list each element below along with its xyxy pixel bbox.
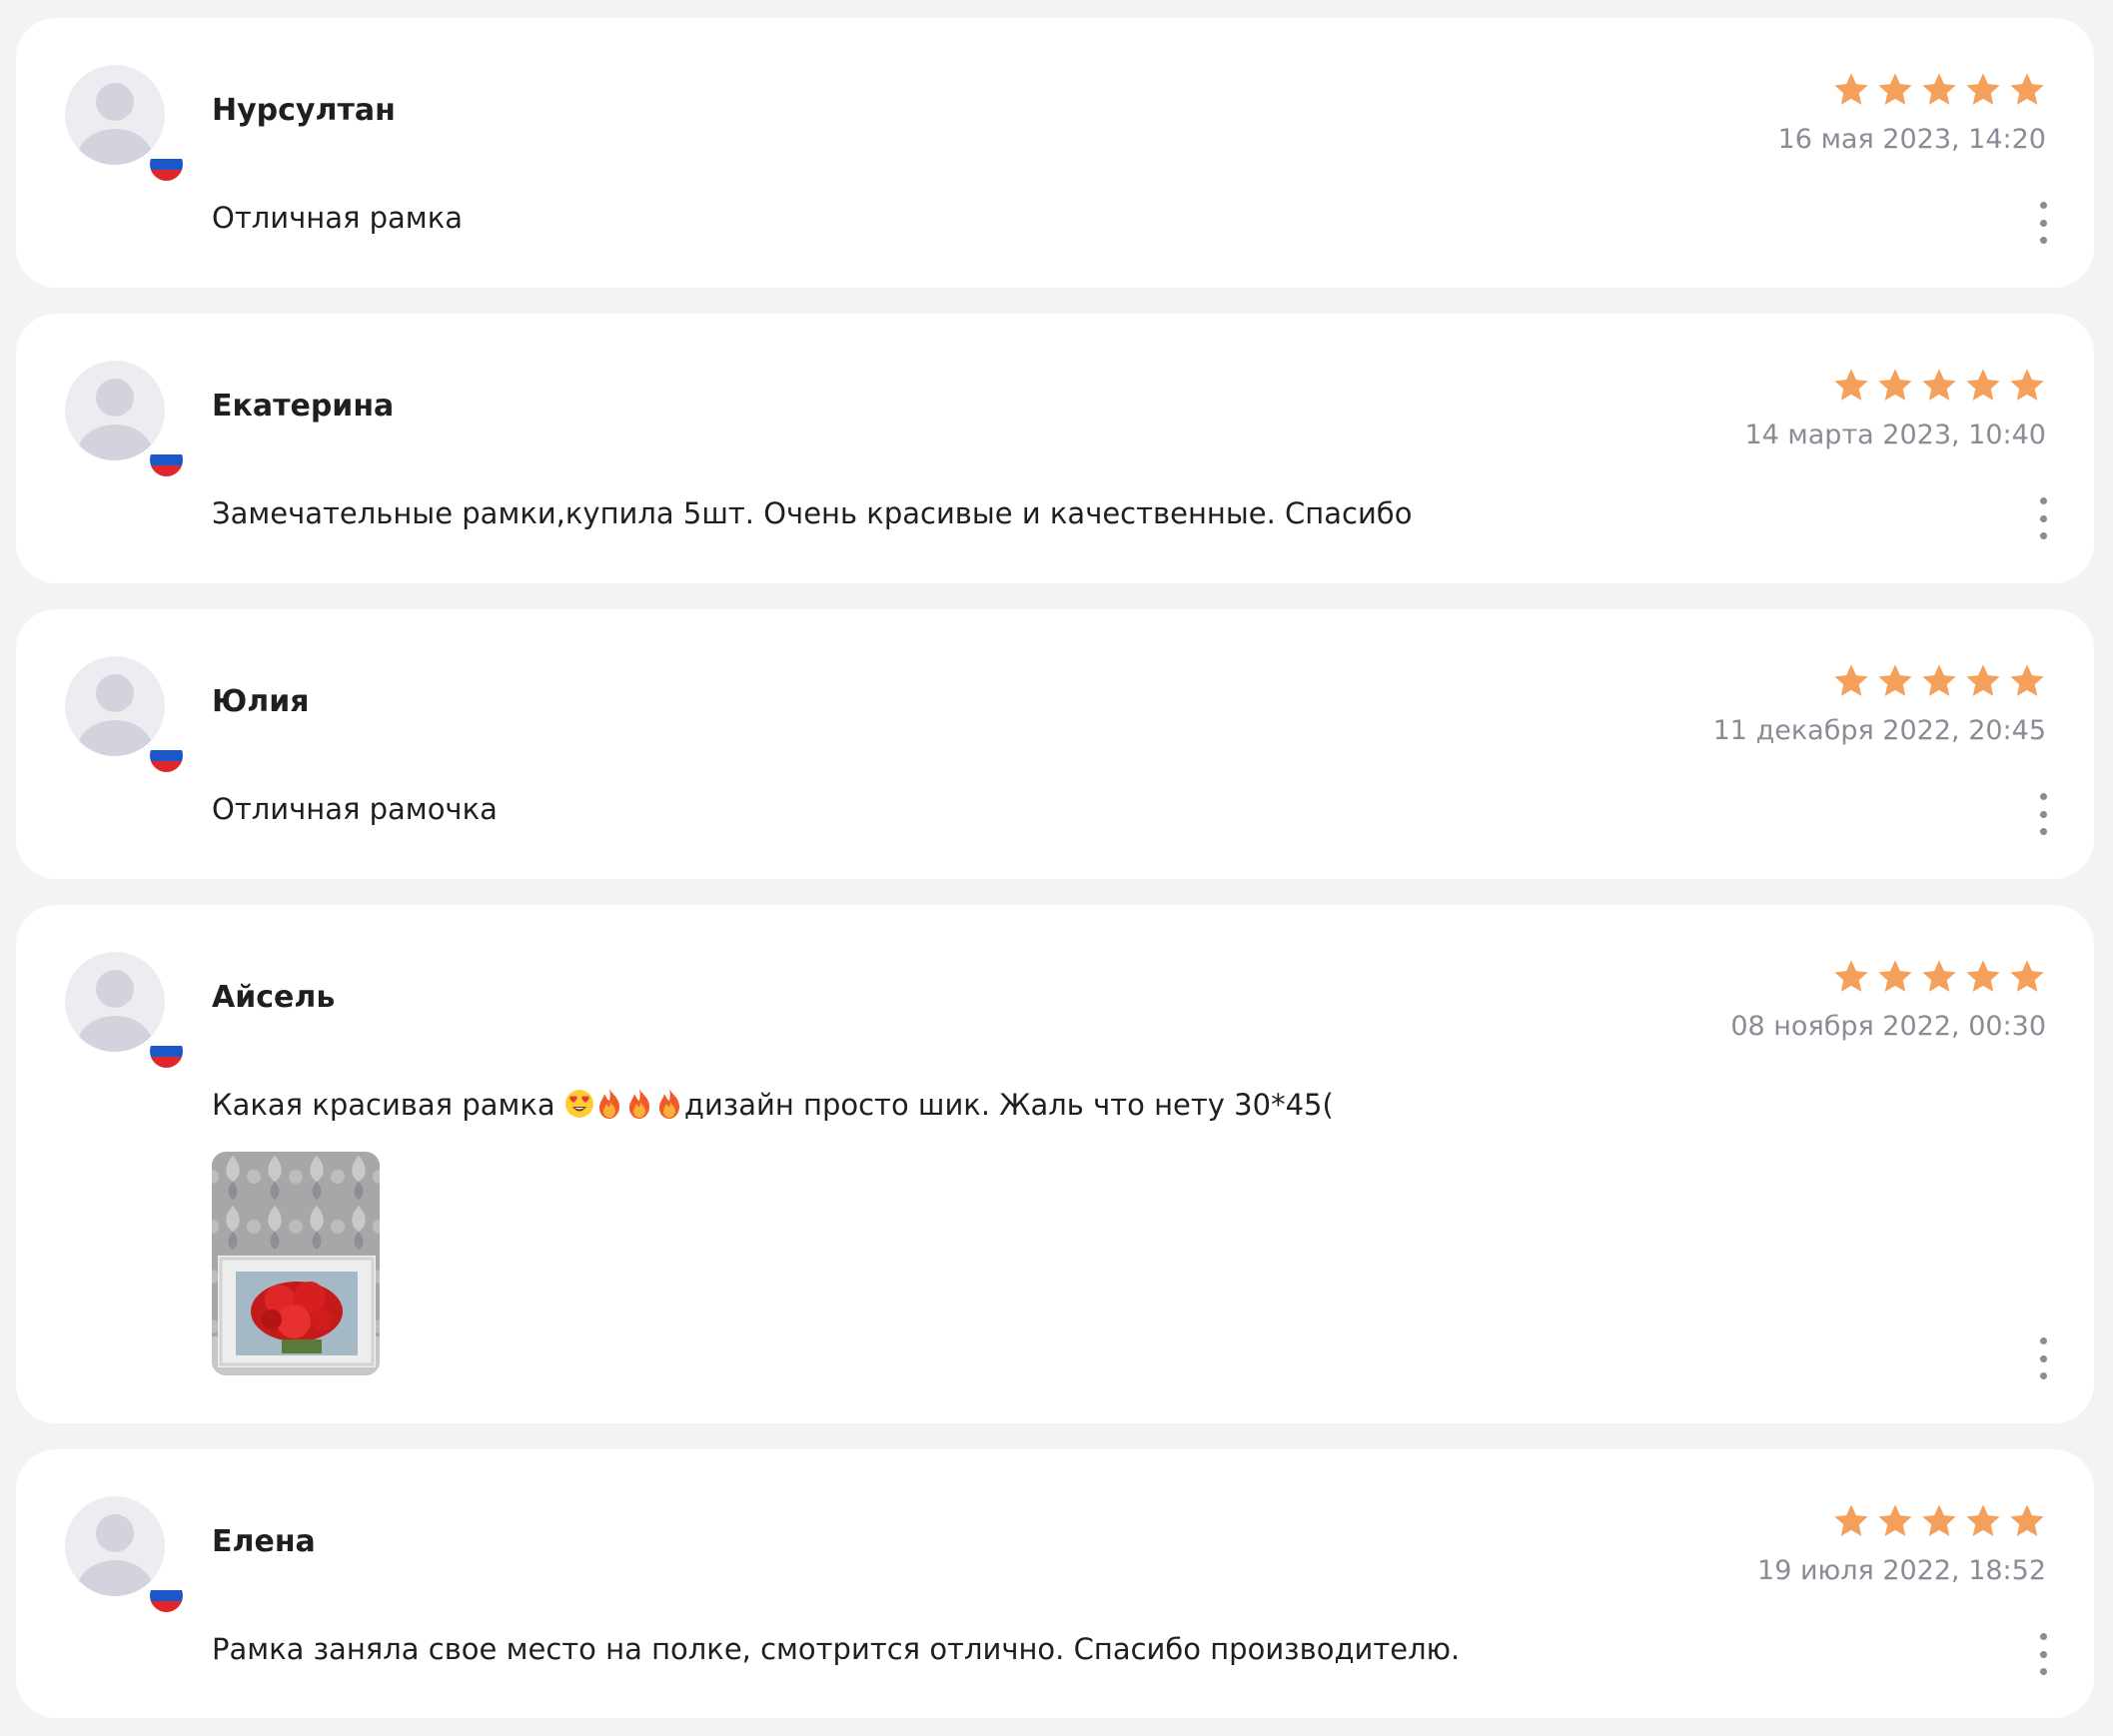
avatar [65, 361, 165, 460]
rating-stars [1832, 1502, 2046, 1540]
review-photo-thumbnail[interactable] [212, 1152, 380, 1375]
review-date: 11 декабря 2022, 20:45 [1712, 715, 2046, 746]
russia-flag-icon [147, 440, 186, 479]
review-author: Екатерина [212, 389, 395, 424]
review-text: Какая красивая рамка дизайн просто шик. … [212, 1085, 1334, 1125]
star-icon [1964, 958, 2002, 996]
review-date: 19 июля 2022, 18:52 [1757, 1555, 2046, 1586]
star-icon [2008, 662, 2046, 700]
avatar-head-shape [96, 674, 134, 712]
star-icon [2008, 1502, 2046, 1540]
avatar-head-shape [96, 970, 134, 1008]
russia-flag-icon [147, 736, 186, 775]
avatar-body-shape [77, 1016, 153, 1052]
review-card: Екатерина 14 марта 2023, 10:40 Замечател… [16, 314, 2094, 583]
star-icon [1920, 1502, 1958, 1540]
review-date: 14 марта 2023, 10:40 [1744, 420, 2046, 450]
review-text: Рамка заняла свое место на полке, смотри… [212, 1632, 1461, 1666]
more-options-icon[interactable] [2032, 202, 2054, 244]
star-icon [1964, 367, 2002, 405]
russia-flag-icon [147, 1576, 186, 1615]
star-icon [1964, 1502, 2002, 1540]
avatar-head-shape [96, 83, 134, 121]
star-icon [1832, 71, 1870, 109]
russia-flag-icon [147, 1032, 186, 1071]
review-card: Айсель 08 ноября 2022, 00:30 Какая краси… [16, 905, 2094, 1423]
review-card: Нурсултан 16 мая 2023, 14:20 Отличная ра… [16, 18, 2094, 288]
star-icon [1876, 958, 1914, 996]
review-card: Елена 19 июля 2022, 18:52 Рамка заняла с… [16, 1449, 2094, 1718]
russia-flag-icon [147, 145, 186, 184]
review-text-after: дизайн просто шик. Жаль что нету 30*45( [683, 1088, 1334, 1122]
review-text-before: Какая красивая рамка [212, 1088, 564, 1122]
star-icon [1920, 71, 1958, 109]
more-options-icon[interactable] [2032, 1633, 2054, 1675]
review-text: Замечательные рамки,купила 5шт. Очень кр… [212, 496, 1413, 530]
more-options-icon[interactable] [2032, 1337, 2054, 1379]
avatar-body-shape [77, 720, 153, 756]
review-card: Юлия 11 декабря 2022, 20:45 Отличная рам… [16, 609, 2094, 879]
more-options-icon[interactable] [2032, 793, 2054, 835]
star-icon [2008, 367, 2046, 405]
avatar-body-shape [77, 1560, 153, 1596]
review-text: Отличная рамка [212, 201, 463, 235]
star-icon [1832, 662, 1870, 700]
star-icon [1832, 367, 1870, 405]
star-icon [1920, 958, 1958, 996]
star-icon [1920, 662, 1958, 700]
review-text: Отличная рамочка [212, 792, 498, 826]
star-icon [1964, 662, 2002, 700]
avatar-head-shape [96, 1514, 134, 1552]
review-date: 16 мая 2023, 14:20 [1777, 124, 2046, 155]
review-author: Нурсултан [212, 93, 396, 128]
star-icon [1920, 367, 1958, 405]
star-icon [1876, 367, 1914, 405]
fire-emoji-icon [654, 1088, 684, 1120]
star-icon [1876, 1502, 1914, 1540]
heart-eyes-emoji-icon [564, 1088, 594, 1120]
avatar [65, 952, 165, 1052]
avatar [65, 656, 165, 756]
review-author: Айсель [212, 980, 336, 1015]
star-icon [1876, 662, 1914, 700]
fire-emoji-icon [594, 1088, 624, 1120]
star-icon [1876, 71, 1914, 109]
rating-stars [1832, 367, 2046, 405]
review-author: Елена [212, 1524, 316, 1559]
avatar-body-shape [77, 425, 153, 460]
star-icon [1832, 1502, 1870, 1540]
avatar-body-shape [77, 129, 153, 165]
star-icon [1964, 71, 2002, 109]
star-icon [1832, 958, 1870, 996]
avatar [65, 1496, 165, 1596]
star-icon [2008, 71, 2046, 109]
rating-stars [1832, 71, 2046, 109]
rating-stars [1832, 958, 2046, 996]
avatar [65, 65, 165, 165]
review-date: 08 ноября 2022, 00:30 [1730, 1011, 2046, 1042]
review-author: Юлия [212, 684, 310, 719]
fire-emoji-icon [624, 1088, 654, 1120]
more-options-icon[interactable] [2032, 497, 2054, 539]
rating-stars [1832, 662, 2046, 700]
star-icon [2008, 958, 2046, 996]
avatar-head-shape [96, 379, 134, 417]
